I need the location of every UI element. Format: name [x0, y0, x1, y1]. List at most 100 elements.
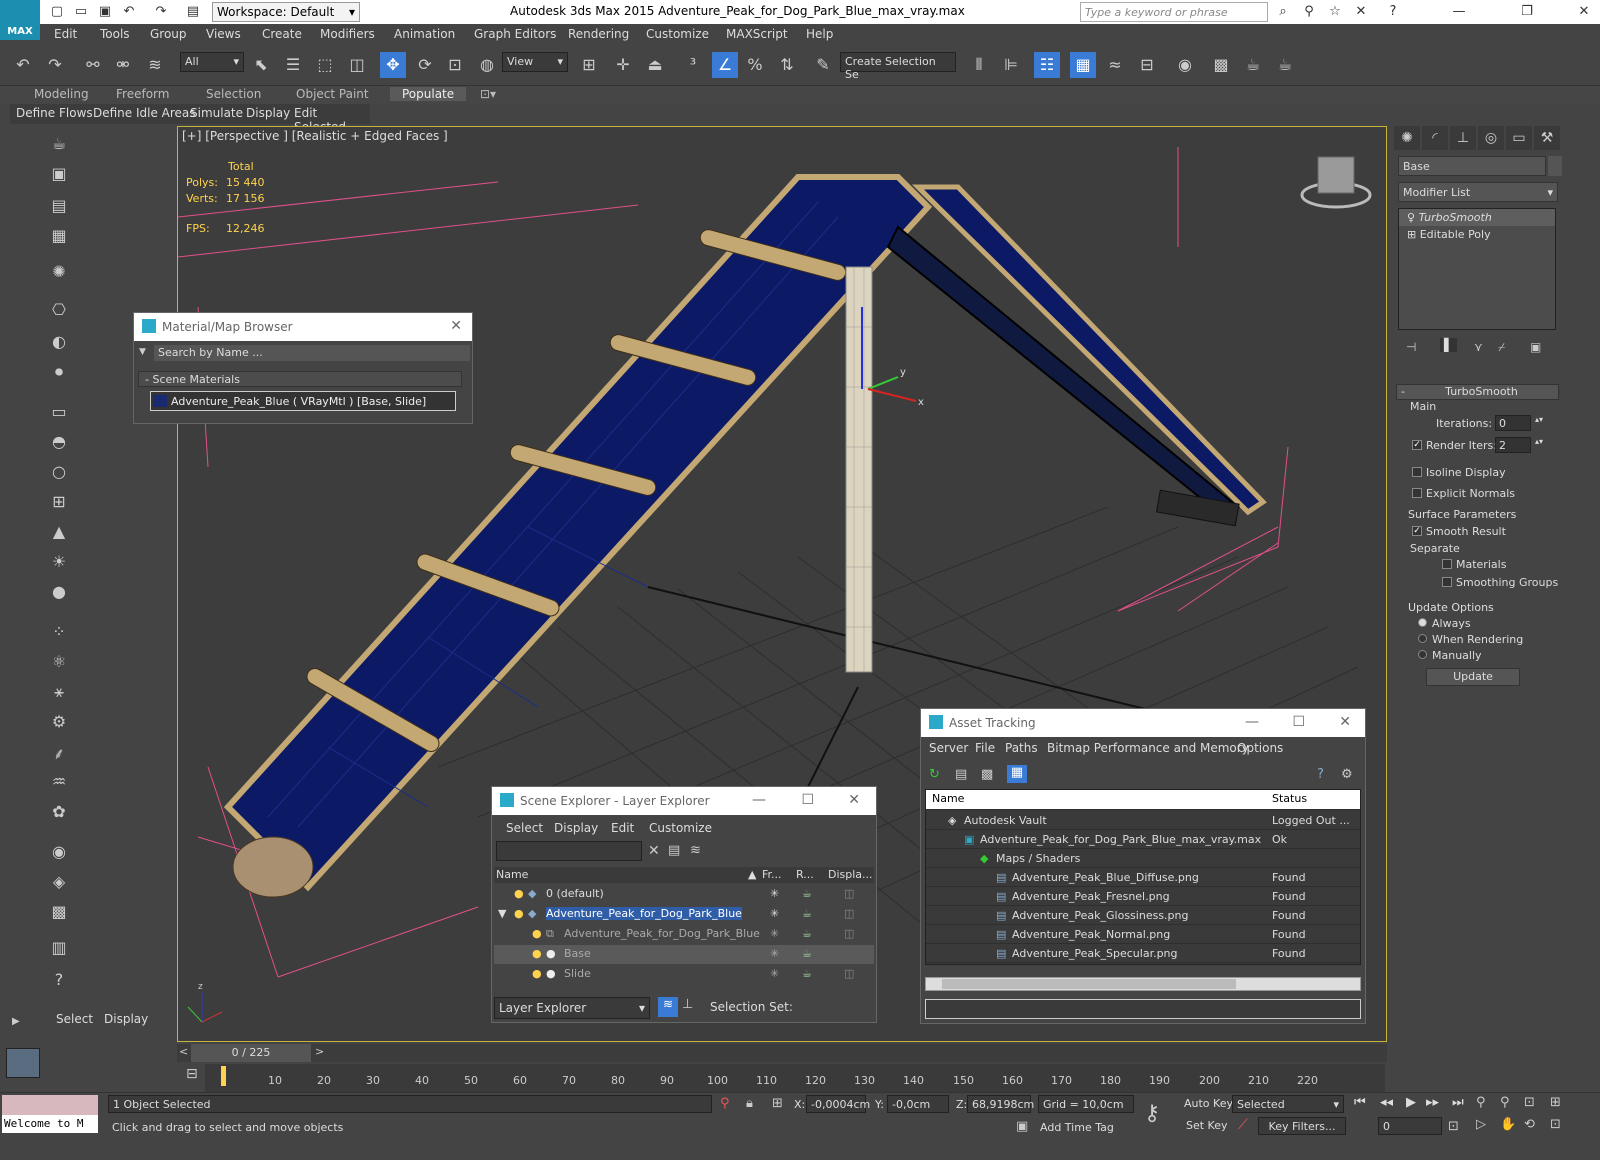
close-icon[interactable]: ✕: [450, 318, 462, 334]
bulb-icon[interactable]: ●: [532, 967, 542, 980]
help-icon[interactable]: ?: [1317, 767, 1324, 782]
moon-icon[interactable]: ◐: [46, 332, 72, 356]
select-manipulate-icon[interactable]: ✛: [610, 52, 636, 78]
workspace-select[interactable]: Workspace: Default ▾: [212, 2, 360, 22]
mirror-icon[interactable]: ⫴: [966, 52, 992, 78]
search-input[interactable]: Type a keyword or phrase: [1080, 2, 1268, 22]
asset-row[interactable]: ▤ Adventure_Peak_Specular.png Found: [926, 945, 1360, 963]
always-radio[interactable]: [1418, 618, 1427, 627]
x-coordinate-field[interactable]: -0,0004cm: [806, 1095, 870, 1113]
tab-modeling[interactable]: Modeling: [34, 87, 89, 101]
curve-editor-icon[interactable]: ≈: [1102, 52, 1128, 78]
undo-icon[interactable]: ↶: [120, 3, 138, 21]
turbosmooth-rollout[interactable]: - TurboSmooth: [1396, 384, 1559, 400]
iterations-spinner[interactable]: 0: [1495, 415, 1531, 431]
clear-search-icon[interactable]: ✕: [648, 843, 660, 859]
document-icon[interactable]: ▤: [46, 196, 72, 220]
plane-icon[interactable]: ▭: [46, 402, 72, 426]
menu-views[interactable]: Views: [206, 27, 241, 41]
render-teapot-icon[interactable]: ☕: [802, 907, 812, 920]
tab-object-paint[interactable]: Object Paint: [296, 87, 369, 101]
open-file-icon[interactable]: ▭: [72, 3, 90, 21]
chevron-down-icon[interactable]: ▼: [139, 347, 146, 357]
current-frame-field[interactable]: 0: [1378, 1117, 1442, 1135]
undo-icon[interactable]: ↶: [10, 52, 36, 78]
select-by-name-icon[interactable]: ☰: [280, 52, 306, 78]
layers-mode-icon[interactable]: ≋: [658, 997, 678, 1017]
new-file-icon[interactable]: ▢: [48, 3, 66, 21]
video-icon[interactable]: ⏺: [46, 362, 72, 386]
layer-row[interactable]: ● ◆ 0 (default) ✳ ☕ ◫: [494, 885, 874, 904]
pin-stack-icon[interactable]: ⊣: [1406, 340, 1416, 354]
select-and-place-icon[interactable]: ◍: [474, 52, 500, 78]
maxscript-listener[interactable]: Welcome to M: [2, 1095, 98, 1135]
tab-populate[interactable]: Populate: [390, 87, 467, 101]
at-menu-file[interactable]: File: [975, 741, 995, 755]
material-item[interactable]: Adventure_Peak_Blue ( VRayMtl ) [Base, S…: [150, 391, 456, 411]
freeze-icon[interactable]: ✳: [770, 927, 779, 940]
object-name-field[interactable]: Base: [1398, 156, 1546, 176]
viewport-label[interactable]: [+] [Perspective ] [Realistic + Edged Fa…: [182, 129, 448, 143]
display-tab-icon[interactable]: ▭: [1506, 126, 1532, 150]
bind-space-warp-icon[interactable]: ≋: [142, 52, 168, 78]
orbit-icon[interactable]: ⟲: [1524, 1117, 1535, 1132]
render-icon[interactable]: ▣: [46, 164, 72, 188]
maximize-icon[interactable]: ☐: [1292, 714, 1305, 730]
unlink-icon[interactable]: ⚮: [110, 52, 136, 78]
select-and-scale-icon[interactable]: ⊡: [442, 52, 468, 78]
spinner-arrows-icon[interactable]: ▴▾: [1535, 415, 1543, 424]
add-time-tag-button[interactable]: Add Time Tag: [1040, 1121, 1114, 1134]
pan-icon[interactable]: ✋: [1500, 1117, 1516, 1132]
list-view-icon[interactable]: ▤: [955, 767, 967, 782]
zoom-all-icon[interactable]: ⚲: [1500, 1095, 1510, 1110]
update-button[interactable]: Update: [1426, 668, 1520, 686]
close-icon[interactable]: ✕: [848, 792, 860, 808]
link-icon[interactable]: ⚯: [80, 52, 106, 78]
col-name[interactable]: Name: [496, 868, 528, 881]
asset-row[interactable]: ◆ Maps / Shaders: [926, 850, 1360, 868]
key-mode-select[interactable]: Selected ▾: [1232, 1095, 1344, 1113]
menu-tools[interactable]: Tools: [100, 27, 130, 41]
asset-row[interactable]: ◈ Autodesk Vault Logged Out ...: [926, 812, 1360, 830]
layer-explorer-icon[interactable]: ☷: [1034, 52, 1060, 78]
next-frame-icon[interactable]: >: [315, 1045, 324, 1058]
render-teapot-icon[interactable]: ☕: [802, 927, 812, 940]
col-name[interactable]: Name: [932, 792, 964, 805]
table-view-icon[interactable]: ▦: [1007, 765, 1027, 783]
se-menu-customize[interactable]: Customize: [649, 821, 712, 835]
ball-icon[interactable]: ◉: [46, 842, 72, 866]
menu-modifiers[interactable]: Modifiers: [320, 27, 375, 41]
zoom-extents-icon[interactable]: ⊡: [1524, 1095, 1535, 1110]
display-icon[interactable]: ◫: [844, 927, 854, 940]
motion-tab-icon[interactable]: ◎: [1478, 126, 1504, 150]
left-display-tab[interactable]: Display: [104, 1012, 148, 1026]
bulb-icon[interactable]: ●: [532, 947, 542, 960]
bulb-icon[interactable]: ●: [532, 927, 542, 940]
horizontal-scrollbar[interactable]: [925, 977, 1361, 991]
sphere-icon[interactable]: ○: [46, 462, 72, 486]
scrollbar-thumb[interactable]: [942, 979, 1236, 989]
asset-icon[interactable]: ▥: [46, 938, 72, 962]
expand-icon[interactable]: ▼: [498, 907, 506, 920]
menu-animation[interactable]: Animation: [394, 27, 455, 41]
settings-help-icon[interactable]: ⚙: [1341, 767, 1353, 782]
camera-icon[interactable]: ⎔: [46, 300, 72, 324]
menu-customize[interactable]: Customize: [646, 27, 709, 41]
asset-row[interactable]: ▤ Adventure_Peak_Glossiness.png Found: [926, 907, 1360, 925]
freeze-icon[interactable]: ✳: [770, 947, 779, 960]
material-search-input[interactable]: Search by Name ...: [154, 345, 470, 361]
freeze-icon[interactable]: ✳: [770, 907, 779, 920]
save-icon[interactable]: ▣: [96, 3, 114, 21]
redo-icon[interactable]: ↷: [42, 52, 68, 78]
bulb-icon[interactable]: ♀: [1407, 211, 1419, 224]
isoline-checkbox[interactable]: [1412, 467, 1422, 477]
time-slider-thumb[interactable]: 0 / 225: [191, 1044, 311, 1062]
minimize-icon[interactable]: —: [1245, 714, 1259, 730]
asset-row[interactable]: ▤ Adventure_Peak_Fresnel.png Found: [926, 888, 1360, 906]
freeze-icon[interactable]: ✳: [770, 967, 779, 980]
object-row[interactable]: ● ⧉ Adventure_Peak_for_Dog_Park_Blue ✳ ☕ ◫: [494, 925, 874, 944]
at-menu-paths[interactable]: Paths: [1005, 741, 1038, 755]
remove-modifier-icon[interactable]: ⌿: [1498, 340, 1505, 355]
create-tab-icon[interactable]: ✺: [1394, 126, 1420, 150]
go-to-end-icon[interactable]: ⏭: [1452, 1095, 1464, 1110]
